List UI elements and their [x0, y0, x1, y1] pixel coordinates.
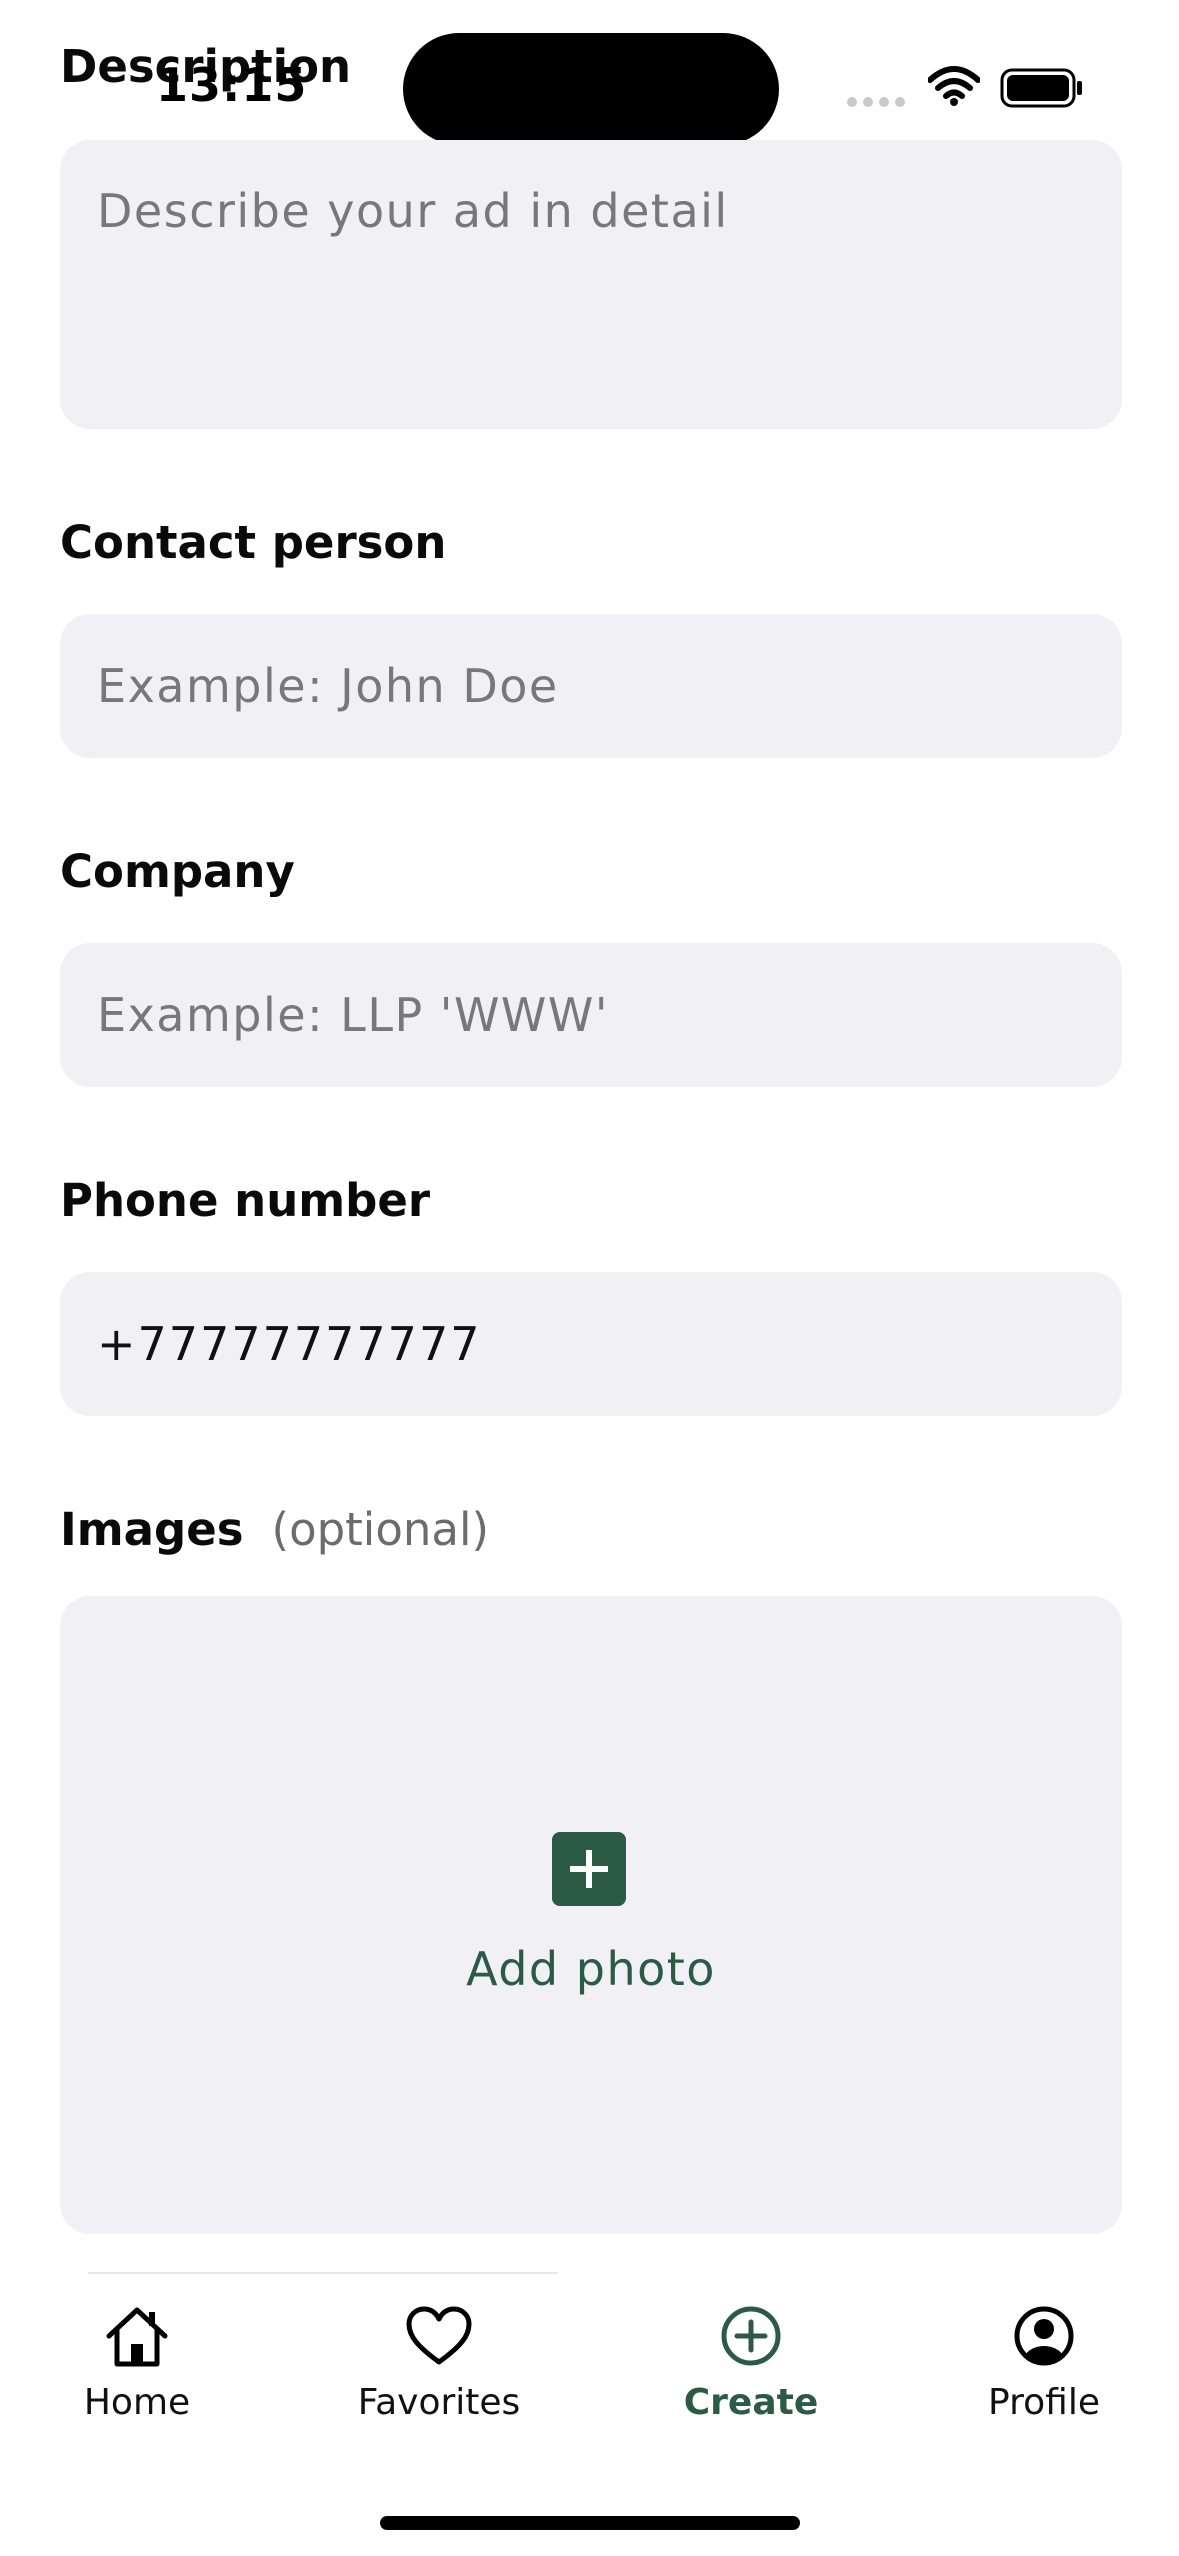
- tab-favorites-label: Favorites: [357, 2382, 521, 2423]
- tab-profile-label: Profile: [988, 2382, 1100, 2423]
- plus-circle-icon: [721, 2306, 781, 2366]
- wifi-icon: [928, 66, 980, 106]
- add-photo-label: Add photo: [466, 1942, 716, 1996]
- cellular-signal-icon: [847, 97, 905, 107]
- tab-create-label: Create: [683, 2382, 819, 2423]
- company-label: Company: [60, 845, 295, 898]
- images-label: Images (optional): [60, 1503, 489, 1556]
- description-textarea[interactable]: Describe your ad in detail: [60, 140, 1122, 429]
- tab-home[interactable]: Home: [7, 2300, 267, 2440]
- profile-icon: [1014, 2306, 1074, 2366]
- create-ad-screen: Description 13:15 Describe your ad in de…: [0, 0, 1179, 2556]
- home-icon: [106, 2307, 168, 2367]
- tab-favorites[interactable]: Favorites: [309, 2300, 569, 2440]
- company-input[interactable]: Example: LLP 'WWW': [60, 943, 1122, 1087]
- phone-number-label: Phone number: [60, 1174, 431, 1227]
- add-photo-area[interactable]: Add photo: [60, 1596, 1122, 2234]
- contact-person-label: Contact person: [60, 516, 447, 569]
- battery-icon: [1000, 68, 1082, 108]
- add-photo-plus-icon: [552, 1832, 626, 1906]
- dynamic-island: [403, 33, 779, 145]
- divider: [88, 2272, 558, 2274]
- home-indicator: [380, 2516, 800, 2530]
- tab-home-label: Home: [83, 2382, 191, 2423]
- tab-profile[interactable]: Profile: [914, 2300, 1174, 2440]
- images-label-text: Images: [60, 1503, 244, 1556]
- optional-label: (optional): [271, 1503, 490, 1556]
- tab-create[interactable]: Create: [621, 2300, 881, 2440]
- contact-person-input[interactable]: Example: John Doe: [60, 614, 1122, 758]
- heart-icon: [406, 2306, 472, 2365]
- status-time: 13:15: [156, 58, 308, 112]
- phone-number-input[interactable]: +77777777777: [60, 1272, 1122, 1416]
